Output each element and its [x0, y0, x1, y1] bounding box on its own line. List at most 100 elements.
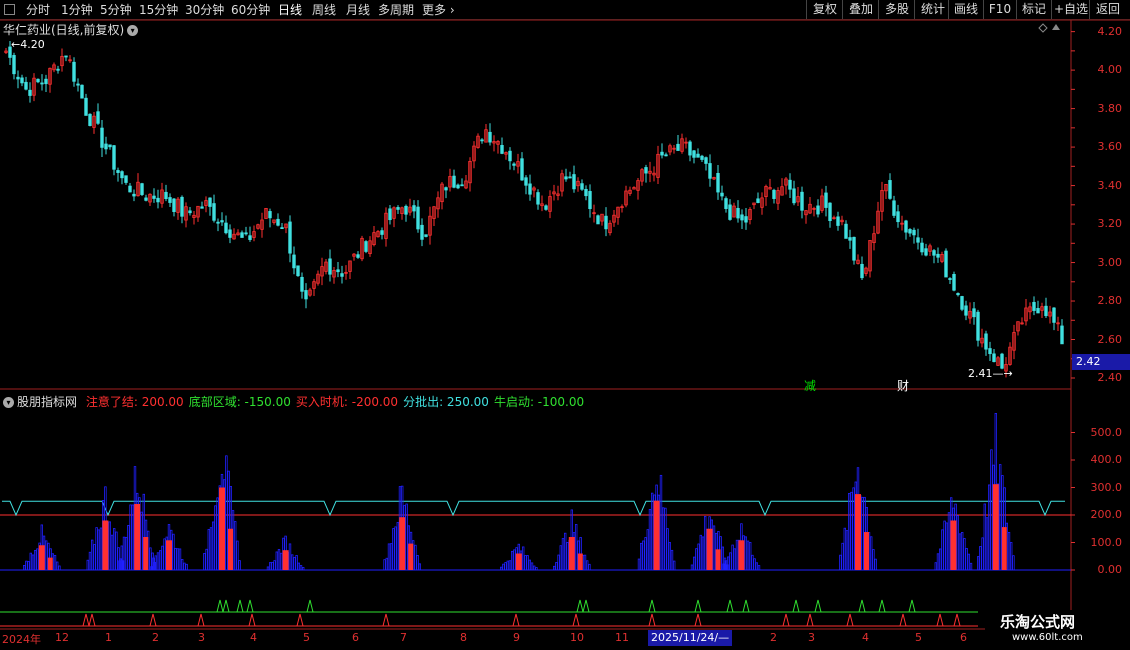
- candle-body: [388, 208, 392, 221]
- indicator-blue-bar: [659, 474, 663, 571]
- candle-body: [964, 305, 968, 316]
- indicator-blue-bar: [115, 531, 118, 571]
- indicator-blue-bar: [524, 555, 527, 571]
- candle-body: [420, 224, 424, 240]
- indicator-tick-2: 300.0: [1090, 480, 1123, 494]
- candle-body: [180, 196, 184, 217]
- price-tick-6: 3.00: [1097, 255, 1123, 269]
- candle-body: [96, 111, 100, 124]
- indicator-blue-bar: [88, 551, 92, 571]
- candle-body: [40, 82, 44, 85]
- candle-body: [944, 250, 948, 278]
- indicator-blue-bar: [956, 515, 960, 571]
- date-tick-9: 8: [460, 631, 467, 644]
- candle-body: [696, 153, 700, 158]
- indicator-blue-bar: [528, 559, 532, 571]
- watermark-name: 乐淘公式网: [1000, 613, 1076, 631]
- candle-body: [356, 254, 360, 258]
- marker-finance[interactable]: 财: [897, 377, 909, 394]
- candle-body: [244, 232, 248, 235]
- indicator-blue-bar: [293, 557, 296, 571]
- indicator-blue-bar: [693, 556, 696, 571]
- bull-start-signal: [726, 599, 734, 613]
- indicator-red-bar: [143, 537, 149, 570]
- indicator-blue-bar: [843, 527, 847, 571]
- candle-body: [328, 258, 332, 275]
- indicator-blue-bar: [506, 560, 510, 571]
- indicator-blue-bar: [670, 549, 674, 571]
- candle-body: [276, 218, 280, 226]
- indicator-blue-bar: [127, 525, 130, 571]
- candle-body: [800, 191, 804, 211]
- indicator-blue-bar: [268, 562, 272, 571]
- indicator-blue-bar: [648, 508, 652, 571]
- candle-body: [676, 143, 680, 151]
- indicator-blue-bar: [510, 550, 514, 571]
- candle-body: [24, 81, 28, 90]
- candle-body: [240, 232, 244, 238]
- indicator-red-bar: [228, 528, 233, 570]
- indicator-blue-bar: [530, 562, 534, 571]
- candle-body: [132, 193, 136, 197]
- candle-body: [88, 113, 92, 126]
- candle-body: [824, 192, 828, 208]
- indicator-blue-bar: [125, 536, 128, 571]
- indicator-blue-bar: [985, 517, 989, 571]
- candle-body: [724, 198, 728, 209]
- indicator-red-bar: [653, 500, 660, 570]
- buy-signal: [382, 613, 390, 627]
- indicator-blue-bar: [963, 538, 966, 571]
- bull-start-signal: [694, 599, 702, 613]
- indicator-blue-bar: [45, 540, 48, 571]
- indicator-blue-bar: [176, 548, 180, 571]
- candle-body: [364, 241, 368, 252]
- indicator-blue-bar: [99, 527, 103, 571]
- indicator-red-bar: [282, 550, 289, 570]
- price-tick-4: 3.40: [1097, 178, 1123, 192]
- candle-body: [72, 61, 76, 82]
- indicator-red-bar: [577, 553, 583, 570]
- candle-body: [288, 221, 292, 254]
- candle-body: [852, 236, 856, 261]
- price-tick-3: 3.60: [1097, 140, 1123, 154]
- bull-start-signal: [582, 599, 590, 613]
- indicator-blue-bar: [553, 565, 556, 571]
- indicator-blue-bar: [664, 507, 667, 571]
- bull-start-signal: [878, 599, 886, 613]
- candle-body: [688, 141, 692, 156]
- low-price-label: 2.41—→: [968, 367, 1013, 380]
- indicator-blue-bar: [958, 533, 962, 571]
- indicator-blue-bar: [561, 538, 565, 571]
- candle-body: [100, 127, 104, 148]
- buy-signal: [648, 613, 656, 627]
- indicator-blue-bar: [53, 554, 57, 571]
- indicator-blue-bar: [690, 564, 694, 571]
- indicator-blue-bar: [939, 548, 942, 571]
- candle-body: [500, 145, 504, 154]
- candle-body: [1044, 305, 1048, 317]
- candle-body: [816, 205, 820, 215]
- main-chart[interactable]: [0, 0, 1130, 650]
- indicator-blue-bar: [1007, 532, 1011, 571]
- candle-body: [156, 197, 160, 203]
- price-tick-1: 4.00: [1097, 63, 1123, 77]
- indicator-red-bar: [715, 549, 721, 570]
- indicator-blue-bar: [533, 565, 536, 571]
- indicator-red-bar: [950, 520, 957, 570]
- indicator-blue-bar: [385, 557, 389, 571]
- candle-body: [108, 144, 112, 148]
- buy-signal: [806, 613, 814, 627]
- bull-start-signal: [814, 599, 822, 613]
- candle-body: [848, 237, 852, 241]
- marker-reduce[interactable]: 减: [804, 377, 816, 394]
- indicator-blue-bar: [209, 527, 213, 571]
- date-tick-15: 4: [862, 631, 869, 644]
- candle-body: [844, 223, 848, 239]
- indicator-blue-bar: [389, 543, 393, 571]
- candle-body: [424, 234, 428, 237]
- indicator-blue-bar: [848, 493, 851, 571]
- candle-body: [124, 175, 128, 183]
- candle-body: [544, 205, 548, 210]
- candle-body: [12, 55, 16, 75]
- candle-body: [128, 185, 132, 193]
